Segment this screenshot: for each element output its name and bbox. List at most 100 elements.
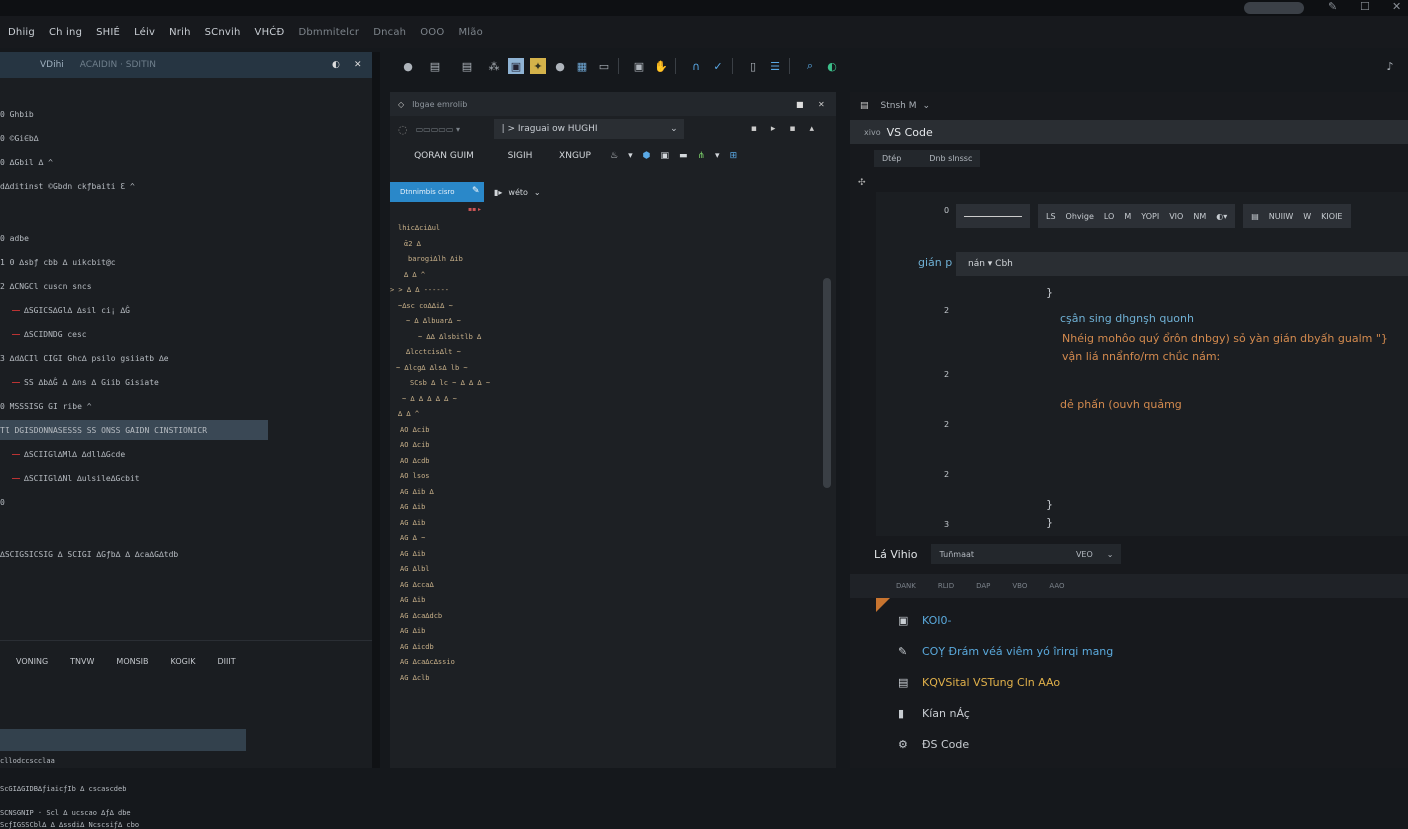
version-select[interactable]: Tuñmaat VEO ⌄ [931, 544, 1122, 564]
tree-item[interactable]: 3 ∆d∆CIl CIGI Ghc∆ psilo gsiiatb ∆e [0, 354, 169, 363]
code-editor[interactable]: LS Ohvige LO M YOPI VIO NM ◐▾ ▤ NUIIW W KIOIE 0 gi… [876, 192, 1408, 536]
target-combo[interactable]: | > Iraguai ow HUGHI ⌄ [493, 119, 684, 139]
column-header[interactable]: DAP [976, 582, 990, 590]
splitter[interactable] [372, 52, 380, 768]
selected-output-row[interactable] [0, 729, 246, 751]
outline-item[interactable]: AG ∆ib ∆ [400, 488, 434, 496]
outline-item[interactable]: > > ∆ ∆ ------ [390, 286, 449, 294]
music-icon[interactable]: ♪ [1382, 58, 1398, 74]
outline-item[interactable]: AG ∆ca∆dcb [400, 612, 442, 620]
outline-item[interactable]: ~ ∆ ∆ ∆ ∆ ∆ ~ [402, 395, 457, 403]
outline-item[interactable]: AO lsos [400, 472, 430, 480]
bottom-tab[interactable]: MONSIB [116, 657, 148, 666]
format-tool[interactable]: LO [1104, 212, 1114, 221]
tree-item[interactable]: 0 ∆Gbil ∆ ^ [0, 158, 53, 167]
line-style-button[interactable] [956, 204, 1030, 228]
refresh-icon[interactable]: ◌ [398, 123, 408, 136]
chart-icon[interactable]: ▦ [574, 58, 590, 74]
panel-actions[interactable]: ▪▸▪▴ [751, 124, 828, 134]
menu-item[interactable]: Dhiig [8, 27, 35, 38]
tree-item[interactable]: 2 ∆CNGCl cuscn sncs [0, 282, 92, 291]
arch-icon[interactable]: ∩ [688, 58, 704, 74]
outline-item[interactable]: AG ∆ib [400, 596, 425, 604]
outline-item[interactable]: SCsb ∆ lc ~ ∆ ∆ ∆ ~ [410, 379, 490, 387]
menu-item[interactable]: VHĆĐ [255, 27, 285, 38]
box-icon[interactable]: ▣ [660, 151, 669, 161]
format-tool[interactable]: NUIIW [1269, 212, 1293, 221]
column-header[interactable]: AAO [1049, 582, 1064, 590]
outline-item[interactable]: AO ∆cdb [400, 457, 430, 465]
menu-item[interactable]: Ch ing [49, 27, 82, 38]
outline-item[interactable]: ~ ∆∆ ∆lsbitlb ∆ [418, 333, 481, 341]
close-window-icon[interactable]: ✕ [1392, 0, 1401, 13]
tab-sigih[interactable]: SIGIH [500, 151, 540, 161]
code-line[interactable]: } [1046, 498, 1053, 511]
tree-item[interactable]: 1 0 ∆sbƒ cbb ∆ uikcbit@c [0, 258, 116, 267]
menu-item[interactable]: SHIÉ [96, 27, 120, 38]
bottom-tab[interactable]: TNVW [70, 657, 94, 666]
outline-item[interactable]: lhic∆ci∆ul [398, 224, 440, 232]
menu-item[interactable]: SCnvih [205, 27, 241, 38]
format-buttons-2[interactable]: ▤ NUIIW W KIOIE [1243, 204, 1351, 228]
tab-qoran[interactable]: QORAN GUIM [398, 151, 490, 161]
code-line[interactable]: cşân sing dhgnşh quonh [1060, 312, 1194, 325]
tree-item[interactable]: ∆SCIDNDG cesc [12, 330, 87, 339]
outline-item[interactable]: ~ ∆ ∆lbuar∆ ~ [406, 317, 461, 325]
outline-item[interactable]: ∆lcctcis∆lt ~ [406, 348, 461, 356]
dot-icon[interactable]: ● [552, 58, 568, 74]
format-tool[interactable]: NM [1193, 212, 1206, 221]
scrollbar[interactable] [823, 278, 831, 488]
list-item[interactable]: ✎ COỴ Đrám véá viêm yó îrirqi mang [898, 645, 1113, 658]
outline-item[interactable]: ∆ ∆ ^ [404, 271, 425, 279]
outline-item[interactable]: ∆ ∆ ^ [398, 410, 419, 418]
tree-item[interactable]: TƖ DGISDONNASESSS SS ONSS GAIDN CINSTION… [0, 426, 207, 435]
branch-icon[interactable]: ⋔ [698, 151, 706, 161]
list-item[interactable]: ⚙ ĐS Code [898, 738, 969, 751]
style-dropdown-icon[interactable]: ◐▾ [1216, 212, 1227, 221]
bottom-tab[interactable]: DIIIT [217, 657, 235, 666]
menu-item[interactable]: Dncah [373, 27, 406, 38]
menu-item[interactable]: Mlão [458, 27, 482, 38]
tree-item[interactable]: 0 adbe [0, 234, 29, 243]
sub-chip[interactable]: Dtép Dnb slnssc [874, 149, 981, 167]
code-line[interactable]: } [1046, 516, 1053, 529]
dropdown-icon[interactable]: ▾ [715, 151, 720, 161]
tree-item[interactable]: 0 ©Gi∈b∆ [0, 134, 39, 143]
outline-item[interactable]: AO ∆cib [400, 441, 430, 449]
pen-icon[interactable]: ✎ [1328, 0, 1337, 13]
check-icon[interactable]: ✓ [710, 58, 726, 74]
menu-item[interactable]: Dbmmitelcr [298, 27, 359, 38]
bottom-tab[interactable]: KOGIK [171, 657, 196, 666]
menu-item[interactable]: Nrih [169, 27, 191, 38]
pin-icon[interactable]: ● [400, 58, 416, 74]
trash-icon[interactable]: ▯ [745, 58, 761, 74]
tree-item[interactable]: ∆SGICS∆Gl∆ ∆sil ci¡ ∆Ĝ [12, 306, 130, 315]
tree-item[interactable]: d∆ditinst ©Gbdn ckƒbaiti Ɛ ^ [0, 182, 135, 191]
apps-icon[interactable]: ⁂ [486, 58, 502, 74]
format-tool[interactable]: M [1124, 212, 1131, 221]
grid-small2-icon[interactable]: ▤ [454, 58, 480, 74]
outline-item[interactable]: ~∆sc co∆∆i∆ ~ [398, 302, 453, 310]
outline-item[interactable]: AO ∆cib [400, 426, 430, 434]
bottom-tab[interactable]: VONING [16, 657, 48, 666]
tree-item[interactable]: 0 MSSSISG GI ribe ^ [0, 402, 92, 411]
tab-xngup[interactable]: XNGUP [550, 151, 600, 161]
outline-item[interactable]: AG ∆ib [400, 503, 425, 511]
primary-action-button[interactable]: Dtnnimbis cisro [390, 182, 484, 202]
align-icon[interactable]: ☰ [767, 58, 783, 74]
outline-item[interactable]: AG ∆ ~ [400, 534, 425, 542]
tree-item[interactable]: SS ∆b∆Ĝ ∆ ∆ns ∆ Giib Gisiate [12, 378, 159, 387]
format-buttons[interactable]: LS Ohvige LO M YOPI VIO NM ◐▾ [1038, 204, 1236, 228]
outline-item[interactable]: AG ∆ib [400, 550, 425, 558]
outline-item[interactable]: AG ∆ca∆c∆ssio [400, 658, 455, 666]
hand-icon[interactable]: ✋ [653, 58, 669, 74]
star-icon[interactable]: ✦ [530, 58, 546, 74]
window-icon[interactable]: ▬ [679, 151, 688, 161]
tree-item[interactable]: ∆SCIIGl∆Ml∆ ∆dll∆Gcde [12, 450, 125, 459]
code-line[interactable]: } [1046, 286, 1053, 299]
tree-item[interactable]: ∆SCIGSICSIG ∆ SCIGI ∆Gƒb∆ ∆ ∆ca∆G∆tdb [0, 550, 178, 559]
code-line[interactable]: Nhéig mohôo quý ổrôn dnbgy) sỏ yàn gián … [1062, 332, 1388, 345]
outline-item[interactable]: AG ∆ib [400, 627, 425, 635]
chevron-down-icon[interactable]: ⌄ [922, 101, 930, 111]
tree-item[interactable]: 0 Ghbib [0, 110, 34, 119]
